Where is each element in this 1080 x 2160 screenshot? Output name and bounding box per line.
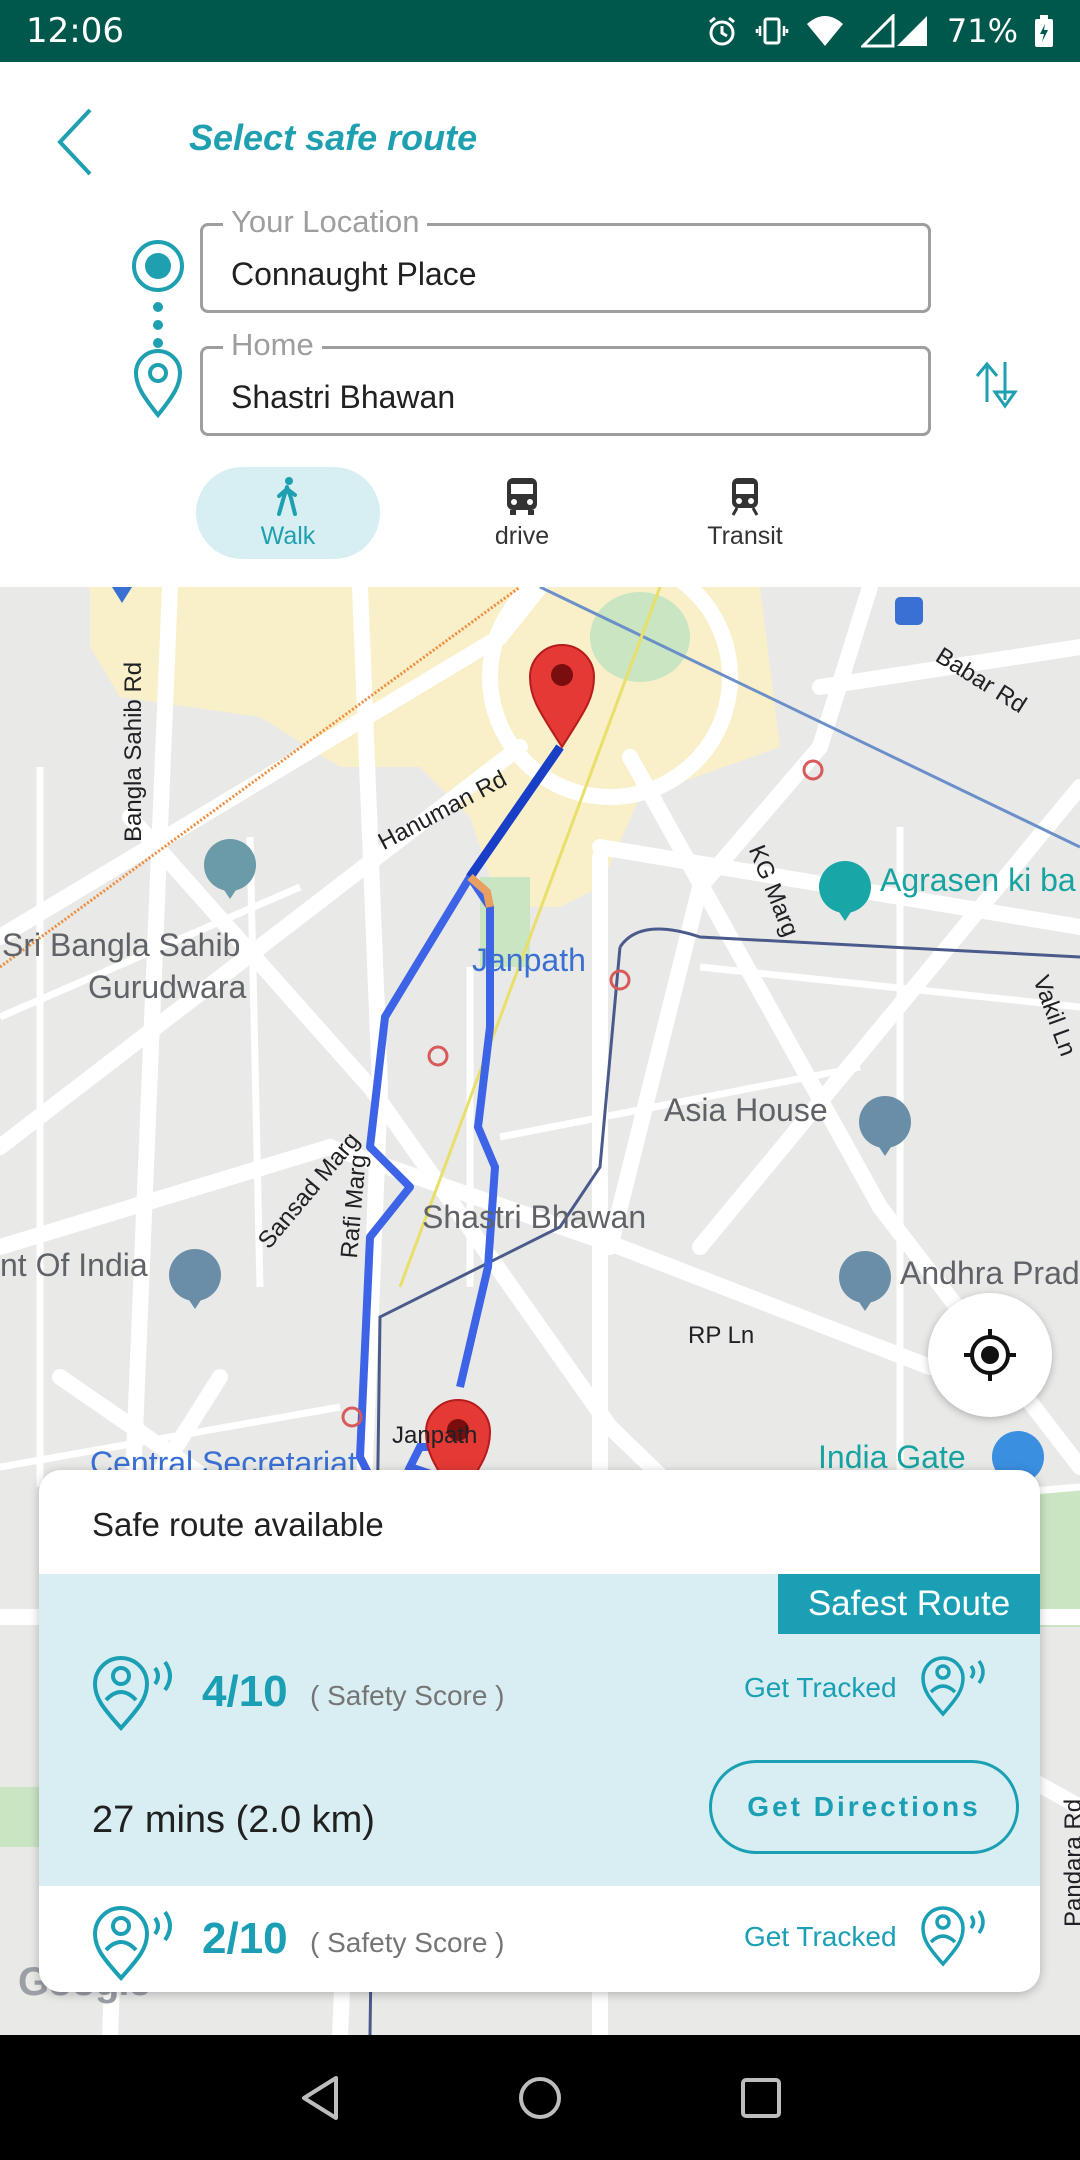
get-tracked-link[interactable]: Get Tracked	[744, 1921, 897, 1953]
origin-field[interactable]: Your Location Connaught Place	[200, 204, 931, 313]
route-connector-icon	[132, 240, 184, 419]
circle-home-icon	[519, 2077, 561, 2119]
page-title: Select safe route	[189, 117, 478, 158]
safety-score-value: 4/10	[202, 1667, 288, 1716]
bus-icon	[507, 477, 537, 515]
triangle-back-icon	[302, 2076, 338, 2120]
safety-tracker-icon	[92, 1656, 172, 1731]
route-option-alternate[interactable]: 2/10 ( Safety Score ) Get Tracked	[39, 1886, 1040, 1992]
map-label-andhra: Andhra Prad	[900, 1255, 1080, 1291]
safety-score-value: 2/10	[202, 1914, 288, 1963]
travel-mode-tabs: Walk drive Transit	[196, 467, 856, 563]
tab-walk-label: Walk	[260, 521, 316, 550]
route-option-safest[interactable]: Safest Route 4/10 ( Safety Score ) Get T…	[39, 1574, 1040, 1886]
map-label-sri-bangla-sahib: Sri Bangla Sahib	[2, 927, 241, 963]
safety-score-label: ( Safety Score )	[310, 1927, 505, 1958]
map-label-bangla-sahib-rd: Bangla Sahib Rd	[120, 661, 147, 842]
back-button[interactable]	[52, 102, 98, 182]
map-label-gurudwara: Gurudwara	[88, 969, 247, 1005]
train-icon	[731, 477, 759, 516]
tab-transit-label: Transit	[707, 521, 783, 550]
map-label-shastri-bhawan: Shastri Bhawan	[422, 1199, 647, 1235]
destination-field-value: Shastri Bhawan	[231, 379, 456, 415]
destination-field-label: Home	[223, 327, 322, 363]
chevron-left-icon	[57, 108, 92, 176]
safety-score-label: ( Safety Score )	[310, 1680, 505, 1711]
my-location-button[interactable]	[928, 1293, 1052, 1417]
tab-walk[interactable]: Walk	[196, 467, 380, 559]
swap-button[interactable]	[973, 352, 1023, 418]
card-title: Safe route available	[92, 1506, 384, 1543]
status-icons: 71%	[705, 12, 1054, 50]
safe-route-card: Safe route available Safest Route 4/10 (…	[39, 1470, 1040, 1992]
map-label-janpath: Janpath	[472, 942, 586, 978]
safest-route-badge: Safest Route	[778, 1574, 1040, 1634]
alarm-icon	[705, 14, 739, 48]
get-directions-button[interactable]: Get Directions	[709, 1760, 1019, 1854]
tab-drive[interactable]: drive	[430, 467, 614, 559]
map-label-agrasen: Agrasen ki ba	[880, 862, 1076, 898]
square-recents-icon	[741, 2078, 781, 2118]
nav-home-button[interactable]	[505, 2063, 575, 2133]
status-bar: 12:06 71%	[0, 0, 1080, 62]
nav-back-button[interactable]	[285, 2063, 355, 2133]
vibrate-icon	[755, 14, 789, 48]
safety-tracker-icon	[92, 1906, 172, 1981]
battery-label: 71%	[946, 12, 1018, 50]
walk-icon	[277, 476, 297, 516]
map-label-of-india: nt Of India	[0, 1247, 148, 1283]
tracking-icon[interactable]	[919, 1904, 991, 1968]
map-label-rp-ln: RP Ln	[688, 1322, 755, 1349]
origin-field-value: Connaught Place	[231, 256, 477, 292]
destination-field[interactable]: Home Shastri Bhawan	[200, 327, 931, 436]
map-label-janpath-south: Janpath	[392, 1422, 478, 1449]
swap-vertical-icon	[975, 361, 1018, 409]
tab-transit[interactable]: Transit	[653, 467, 837, 559]
wifi-icon	[805, 14, 845, 48]
tab-drive-label: drive	[494, 521, 550, 550]
system-nav-bar	[0, 2035, 1080, 2160]
crosshair-icon	[964, 1329, 1016, 1381]
battery-icon	[1034, 14, 1054, 48]
map-label-pandara-rd: Pandara Rd	[1060, 1798, 1080, 1927]
origin-field-label: Your Location	[223, 204, 428, 240]
signal-icon	[860, 14, 931, 48]
route-header: Select safe route Your Location Connaugh…	[0, 62, 1080, 587]
tracking-icon[interactable]	[919, 1654, 991, 1718]
route-duration: 27 mins (2.0 km)	[92, 1799, 375, 1841]
get-tracked-link[interactable]: Get Tracked	[744, 1672, 897, 1704]
map-label-asia-house: Asia House	[664, 1092, 828, 1128]
status-time: 12:06	[26, 11, 124, 51]
nav-recents-button[interactable]	[726, 2063, 796, 2133]
